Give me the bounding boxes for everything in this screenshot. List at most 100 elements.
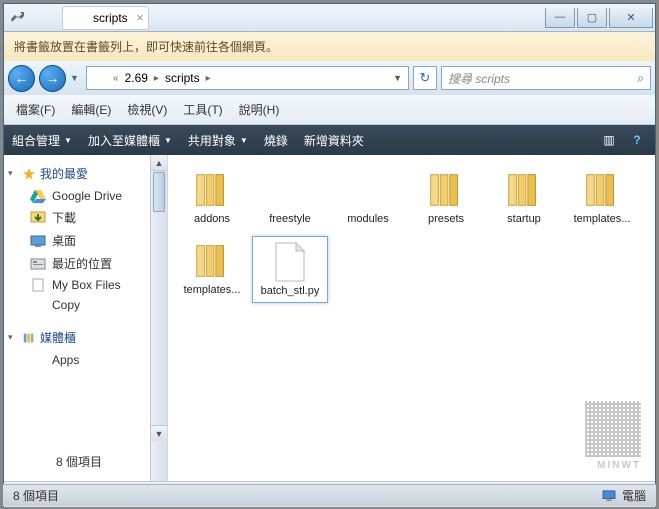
sidebar-item-box[interactable]: My Box Files [6, 275, 148, 295]
close-button[interactable]: ✕ [609, 8, 653, 28]
refresh-button[interactable]: ↻ [413, 66, 437, 90]
address-bar[interactable]: « 2.69 ▸ scripts ▸ ▼ [86, 66, 409, 90]
explorer-body: ▾ 我的最愛 Google Drive 下載 桌面 [4, 155, 655, 481]
minimize-button[interactable]: — [545, 8, 575, 28]
search-placeholder: 搜尋 scripts [448, 70, 510, 87]
libraries-group[interactable]: ▾ 媒體櫃 [6, 325, 148, 350]
folder-item[interactable]: modules [330, 165, 406, 230]
scroll-up-icon[interactable]: ▲ [151, 155, 167, 171]
chevron-down-icon[interactable]: ▾ [8, 168, 18, 179]
item-name: freestyle [269, 213, 311, 226]
computer-icon [602, 490, 616, 502]
scroll-down-icon[interactable]: ▼ [151, 425, 167, 441]
menu-edit[interactable]: 編輯(E) [65, 99, 117, 120]
folder-icon [91, 71, 105, 85]
chevron-right-icon[interactable]: « [109, 73, 123, 84]
file-icon [272, 241, 308, 283]
download-icon [30, 211, 46, 225]
folder-icon [501, 170, 547, 210]
file-item[interactable]: batch_stl.py [252, 236, 328, 303]
folder-item[interactable]: freestyle [252, 165, 328, 230]
folder-icon [267, 170, 313, 210]
menu-view[interactable]: 檢視(V) [121, 99, 173, 120]
chevron-right-icon[interactable]: ▸ [150, 73, 163, 84]
scroll-thumb[interactable] [153, 172, 165, 212]
folder-icon [579, 170, 625, 210]
view-options-button[interactable]: ▥ [599, 133, 619, 147]
chevron-right-icon[interactable]: ▸ [202, 73, 215, 84]
sidebar-item-label: Google Drive [52, 189, 122, 203]
sidebar-item-downloads[interactable]: 下載 [6, 206, 148, 229]
forward-button[interactable]: → [39, 65, 66, 92]
new-folder-button[interactable]: 新增資料夾 [304, 132, 364, 149]
burn-button[interactable]: 燒錄 [264, 132, 288, 149]
breadcrumb-segment[interactable]: 2.69 [123, 71, 150, 85]
search-input[interactable]: 搜尋 scripts ⌕ [441, 66, 651, 90]
breadcrumb-segment[interactable]: scripts [163, 71, 202, 85]
nav-history-dropdown[interactable]: ▼ [70, 73, 82, 83]
help-button[interactable]: ? [627, 133, 647, 147]
status-bar: 8 個項目 電腦 [3, 484, 656, 506]
folder-icon [345, 170, 391, 210]
navigation-pane: ▾ 我的最愛 Google Drive 下載 桌面 [4, 155, 168, 481]
sidebar-item-apps[interactable]: Apps [6, 350, 148, 370]
item-name: templates... [574, 213, 631, 226]
library-icon [22, 331, 36, 345]
folder-icon [189, 241, 235, 281]
folder-icon [423, 170, 469, 210]
item-name: presets [428, 213, 464, 226]
info-bar: 將書籤放置在書籤列上，即可快速前往各個網頁。 [4, 32, 655, 61]
tab-close-icon[interactable]: × [136, 10, 144, 25]
recent-icon [30, 257, 46, 271]
desktop-icon [30, 234, 46, 248]
tab-title: scripts [93, 11, 128, 25]
sidebar-item-label: 最近的位置 [52, 255, 112, 272]
folder-icon [71, 11, 87, 25]
chevron-down-icon[interactable]: ▾ [8, 332, 18, 343]
status-item-count: 8 個項目 [13, 487, 59, 504]
nav-bar: ← → ▼ « 2.69 ▸ scripts ▸ ▼ ↻ 搜尋 scripts … [4, 61, 655, 95]
folder-item[interactable]: startup [486, 165, 562, 230]
menu-help[interactable]: 說明(H) [233, 99, 286, 120]
item-name: startup [507, 213, 541, 226]
menu-file[interactable]: 檔案(F) [10, 99, 61, 120]
sidebar-item-label: Apps [52, 353, 79, 367]
favorites-group[interactable]: ▾ 我的最愛 [6, 161, 148, 186]
sidebar-scrollbar[interactable]: ▲ ▼ [150, 155, 167, 481]
organize-button[interactable]: 組合管理▼ [12, 132, 72, 149]
maximize-button[interactable]: ▢ [577, 8, 607, 28]
file-list[interactable]: addons freestyle modules presets startup temp… [168, 155, 655, 481]
address-dropdown-icon[interactable]: ▼ [387, 73, 408, 83]
sidebar-item-google-drive[interactable]: Google Drive [6, 186, 148, 206]
item-name: templates... [184, 284, 241, 297]
sidebar-item-copy[interactable]: Copy [6, 295, 148, 315]
folder-item[interactable]: templates... [174, 236, 250, 303]
folder-item[interactable]: templates... [564, 165, 640, 230]
explorer-window: scripts × — ▢ ✕ 將書籤放置在書籤列上，即可快速前往各個網頁。 ←… [3, 3, 656, 506]
folder-icon [30, 298, 46, 312]
window-tab[interactable]: scripts × [62, 6, 149, 30]
window-controls: — ▢ ✕ [545, 8, 655, 28]
include-library-button[interactable]: 加入至媒體櫃▼ [88, 132, 172, 149]
search-icon[interactable]: ⌕ [637, 71, 644, 86]
sidebar-item-recent[interactable]: 最近的位置 [6, 252, 148, 275]
folder-icon [10, 445, 46, 477]
sidebar-item-label: Copy [52, 298, 80, 312]
preview-pane: 8 個項目 [10, 441, 147, 481]
folder-item[interactable]: addons [174, 165, 250, 230]
menu-tools[interactable]: 工具(T) [177, 99, 228, 120]
sidebar-item-desktop[interactable]: 桌面 [6, 229, 148, 252]
favorites-label: 我的最愛 [40, 165, 88, 182]
title-bar: scripts × — ▢ ✕ [4, 4, 655, 32]
sidebar-item-label: My Box Files [52, 278, 121, 292]
tree-view: ▾ 我的最愛 Google Drive 下載 桌面 [4, 155, 150, 481]
sidebar-item-label: 桌面 [52, 232, 76, 249]
item-name: modules [347, 213, 389, 226]
command-bar: 組合管理▼ 加入至媒體櫃▼ 共用對象▼ 燒錄 新增資料夾 ▥ ? [4, 125, 655, 155]
menu-bar: 檔案(F) 編輯(E) 檢視(V) 工具(T) 說明(H) [4, 95, 655, 125]
libraries-label: 媒體櫃 [40, 329, 76, 346]
item-name: batch_stl.py [261, 285, 320, 298]
folder-item[interactable]: presets [408, 165, 484, 230]
back-button[interactable]: ← [8, 65, 35, 92]
share-button[interactable]: 共用對象▼ [188, 132, 248, 149]
